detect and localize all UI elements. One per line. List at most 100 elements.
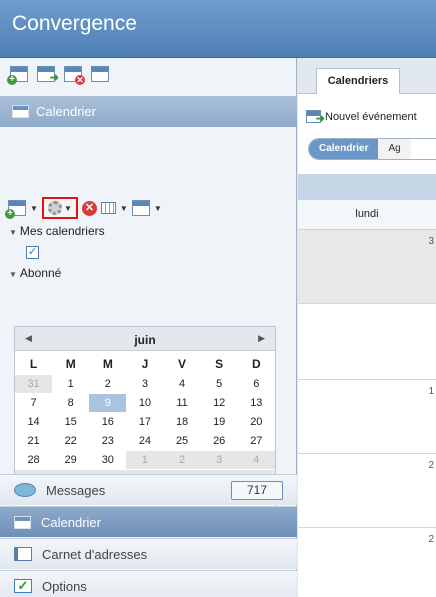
import-calendar-icon[interactable]: ➜ xyxy=(37,66,59,84)
calendar-icon xyxy=(14,515,31,529)
weekday-header-row: LMMJVSD xyxy=(15,355,275,373)
calendar-section-header[interactable]: Calendrier xyxy=(0,96,297,127)
day-header-lundi: lundi xyxy=(355,208,379,220)
delete-calendar-icon[interactable]: ✕ xyxy=(64,66,85,85)
calendar-icon xyxy=(12,105,29,118)
date-picker-week: 21 22 23 24 25 26 27 xyxy=(15,432,275,450)
date-cell[interactable]: 2 xyxy=(89,375,126,393)
date-picker-week: 31 1 2 3 4 5 6 xyxy=(15,375,275,393)
gear-icon xyxy=(47,201,62,215)
chevron-down-icon[interactable]: ▼ xyxy=(154,204,162,213)
expand-triangle-icon: ▼ xyxy=(9,228,17,237)
date-cell[interactable]: 14 xyxy=(15,413,52,431)
week-row[interactable]: 2 xyxy=(298,454,436,528)
date-cell[interactable]: 1 xyxy=(126,451,164,469)
my-calendars-label: Mes calendriers xyxy=(19,224,105,238)
tab-strip: Calendriers xyxy=(298,58,436,94)
nav-calendar[interactable]: Calendrier xyxy=(0,506,297,537)
date-cell[interactable]: 3 xyxy=(200,451,238,469)
date-cell[interactable]: 24 xyxy=(126,432,163,450)
messages-icon xyxy=(14,483,36,497)
date-cell[interactable]: 4 xyxy=(164,375,201,393)
week-row[interactable]: 3 xyxy=(298,230,436,304)
view-calendar-button[interactable]: Calendrier xyxy=(309,139,379,159)
week-row[interactable] xyxy=(298,304,436,380)
weekday-label: M xyxy=(65,357,76,371)
date-cell[interactable]: 25 xyxy=(164,432,201,450)
weekday-label: M xyxy=(102,357,113,371)
settings-menu-button[interactable]: ▼ xyxy=(41,197,78,219)
date-cell[interactable]: 10 xyxy=(126,394,163,412)
date-cell[interactable]: 2 xyxy=(163,451,201,469)
weekday-label: J xyxy=(141,357,149,371)
date-cell[interactable]: 31 xyxy=(15,375,53,393)
nav-options-label: Options xyxy=(42,578,87,594)
week-day-number: 3 xyxy=(428,236,434,247)
calendar-grid-icon[interactable] xyxy=(100,202,116,214)
week-row[interactable]: 2 xyxy=(298,528,436,597)
date-cell[interactable]: 5 xyxy=(201,375,238,393)
subscribed-node[interactable]: ▼ Abonné xyxy=(9,266,61,280)
nav-options[interactable]: ✓ Options xyxy=(0,570,297,597)
week-day-number: 2 xyxy=(428,534,434,545)
weekday-label: S xyxy=(215,357,224,371)
nav-contacts[interactable]: Carnet d'adresses xyxy=(0,538,297,569)
date-cell[interactable]: 22 xyxy=(52,432,89,450)
weekday-label: L xyxy=(29,357,38,371)
new-calendar-dropdown-icon[interactable]: + xyxy=(5,200,26,219)
weekday-label: D xyxy=(251,357,261,371)
date-cell[interactable]: 7 xyxy=(15,394,52,412)
week-row[interactable]: 1 xyxy=(298,380,436,454)
next-month-icon[interactable]: ▶ xyxy=(258,333,265,344)
calendar-section-label: Calendrier xyxy=(36,104,96,119)
date-cell[interactable]: 17 xyxy=(126,413,163,431)
date-cell[interactable]: 21 xyxy=(15,432,52,450)
nav-contacts-label: Carnet d'adresses xyxy=(42,546,148,562)
date-cell[interactable]: 4 xyxy=(237,451,275,469)
date-cell[interactable]: 3 xyxy=(126,375,163,393)
chevron-down-icon[interactable]: ▼ xyxy=(30,204,38,213)
date-cell[interactable]: 1 xyxy=(52,375,89,393)
day-header: lundi xyxy=(298,200,436,230)
address-book-icon xyxy=(14,547,32,561)
date-cell[interactable]: 18 xyxy=(164,413,201,431)
nav-calendar-label: Calendrier xyxy=(41,514,101,530)
new-calendar-icon[interactable]: + xyxy=(7,66,28,85)
nav-messages[interactable]: Messages 717 xyxy=(0,474,297,505)
date-cell[interactable]: 13 xyxy=(238,394,275,412)
delete-icon[interactable]: ✕ xyxy=(81,200,97,216)
share-calendar-icon[interactable] xyxy=(131,200,150,216)
date-cell[interactable]: 23 xyxy=(89,432,126,450)
view-agenda-button[interactable]: Ag xyxy=(378,139,411,159)
date-cell[interactable]: 30 xyxy=(89,451,126,469)
expand-triangle-icon: ▼ xyxy=(9,270,17,279)
chevron-down-icon[interactable]: ▼ xyxy=(120,204,128,213)
date-cell[interactable]: 28 xyxy=(15,451,52,469)
calendar-toolbar: + ▼ ▼ ✕ ▼ ▼ xyxy=(5,197,162,219)
chevron-down-icon: ▼ xyxy=(63,203,72,213)
new-event-button[interactable]: ➜ Nouvel événement xyxy=(306,110,417,125)
subscribed-label: Abonné xyxy=(19,266,62,280)
date-cell[interactable]: 11 xyxy=(164,394,201,412)
date-cell[interactable]: 19 xyxy=(201,413,238,431)
date-cell[interactable]: 27 xyxy=(238,432,275,450)
calendar-checkbox[interactable]: ✓ xyxy=(26,246,39,259)
date-picker-month: juin xyxy=(134,333,156,347)
new-event-icon: ➜ xyxy=(306,110,325,125)
week-day-number: 1 xyxy=(428,386,434,397)
date-cell[interactable]: 15 xyxy=(52,413,89,431)
date-cell-selected[interactable]: 9 xyxy=(89,394,127,412)
date-cell[interactable]: 26 xyxy=(201,432,238,450)
date-cell[interactable]: 12 xyxy=(201,394,238,412)
my-calendars-node[interactable]: ▼ Mes calendriers xyxy=(9,224,105,238)
date-picker-week: 14 15 16 17 18 19 20 xyxy=(15,413,275,431)
nav-messages-label: Messages xyxy=(46,482,106,498)
date-cell[interactable]: 8 xyxy=(52,394,89,412)
tab-calendriers[interactable]: Calendriers xyxy=(316,68,400,94)
date-cell[interactable]: 29 xyxy=(52,451,89,469)
messages-count-badge: 717 xyxy=(231,481,283,500)
date-cell[interactable]: 20 xyxy=(238,413,275,431)
date-cell[interactable]: 6 xyxy=(238,375,275,393)
date-cell[interactable]: 16 xyxy=(89,413,126,431)
subscribe-calendar-icon[interactable] xyxy=(91,66,109,82)
